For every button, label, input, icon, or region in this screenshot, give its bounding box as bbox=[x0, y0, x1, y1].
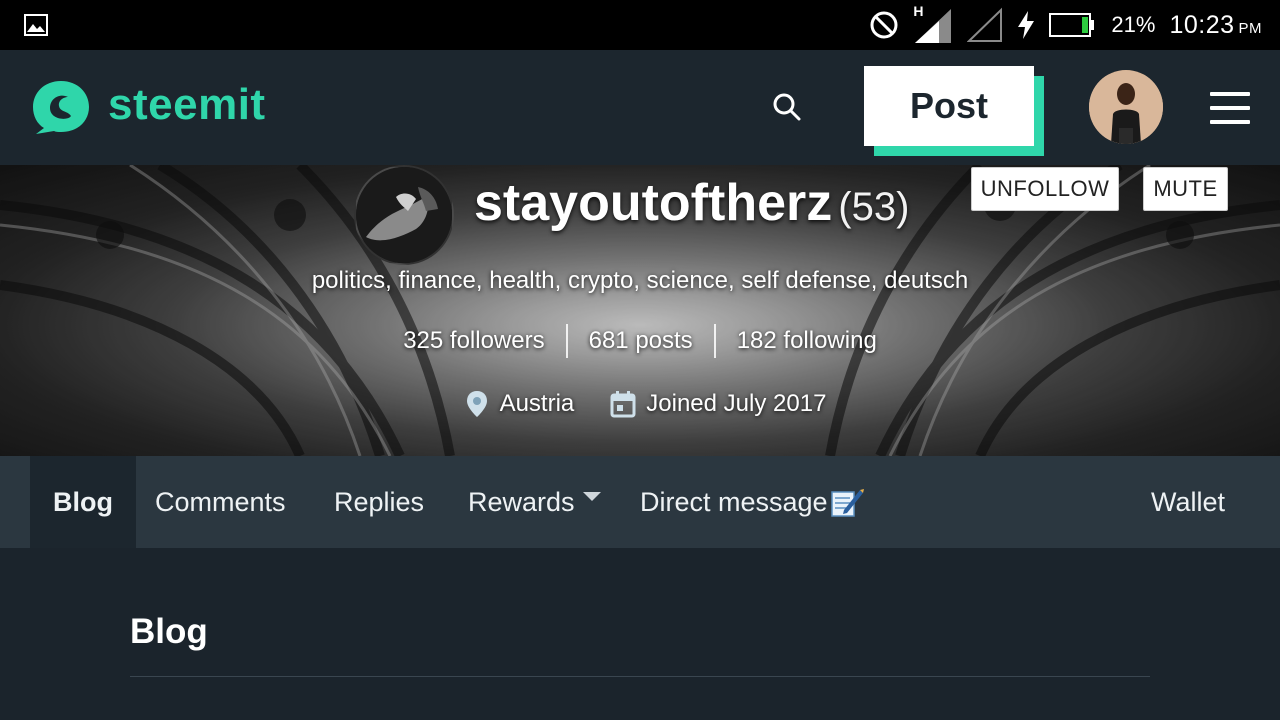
profile-cover: stayoutoftherz (53) UNFOLLOW MUTE politic… bbox=[0, 165, 1280, 456]
section-divider bbox=[130, 676, 1150, 677]
tab-wallet[interactable]: Wallet bbox=[1151, 456, 1225, 548]
tab-blog[interactable]: Blog bbox=[30, 456, 136, 548]
app-header: steemit Post bbox=[0, 50, 1280, 165]
clock: 10:23 PM bbox=[1169, 11, 1262, 40]
joined-text: Joined July 2017 bbox=[646, 390, 827, 417]
profile-meta: Austria Joined July 2017 bbox=[0, 387, 1280, 421]
signal-strength-2-icon bbox=[967, 7, 1003, 42]
clock-ampm: PM bbox=[1238, 19, 1262, 37]
tab-direct-message[interactable]: Direct message bbox=[640, 456, 864, 548]
charging-icon bbox=[1018, 11, 1035, 39]
post-button[interactable]: Post bbox=[864, 66, 1034, 146]
username-text: stayoutoftherz bbox=[474, 174, 833, 232]
signal-strength-icon: H bbox=[913, 3, 953, 45]
profile-about: politics, finance, health, crypto, scien… bbox=[311, 267, 969, 294]
tab-rewards-label: Rewards bbox=[468, 486, 575, 517]
do-not-disturb-icon bbox=[870, 11, 898, 39]
location-item: Austria bbox=[464, 390, 575, 418]
tab-blog-label: Blog bbox=[53, 486, 113, 517]
profile-stats: 325 followers 681 posts 182 following bbox=[0, 323, 1280, 359]
battery-percent: 21% bbox=[1111, 12, 1156, 37]
tab-wallet-label: Wallet bbox=[1151, 486, 1226, 517]
profile-username: stayoutoftherz (53) bbox=[474, 173, 909, 233]
tab-comments[interactable]: Comments bbox=[155, 456, 286, 548]
joined-item: Joined July 2017 bbox=[610, 390, 826, 418]
reputation-score: (53) bbox=[838, 185, 910, 229]
location-text: Austria bbox=[499, 390, 575, 417]
tab-replies[interactable]: Replies bbox=[334, 456, 424, 548]
gallery-notification-icon bbox=[24, 14, 48, 36]
tab-replies-label: Replies bbox=[334, 486, 425, 517]
steemit-logo-icon[interactable] bbox=[30, 78, 92, 136]
chevron-down-icon bbox=[582, 491, 601, 501]
battery-icon bbox=[1049, 13, 1095, 37]
profile-tabs: Blog Comments Replies Rewards Direct mes… bbox=[0, 456, 1280, 548]
mute-button[interactable]: MUTE bbox=[1143, 167, 1228, 211]
tab-comments-label: Comments bbox=[155, 486, 286, 517]
user-avatar[interactable] bbox=[1089, 70, 1163, 144]
calendar-icon bbox=[610, 391, 636, 418]
steemit-logo-text[interactable]: steemit bbox=[108, 80, 266, 130]
section-title: Blog bbox=[130, 612, 208, 651]
tab-rewards[interactable]: Rewards bbox=[468, 456, 601, 548]
clock-time: 10:23 bbox=[1169, 10, 1235, 39]
profile-picture[interactable] bbox=[354, 165, 454, 265]
status-bar: H 21% 10:23 PM bbox=[0, 0, 1280, 50]
search-icon[interactable] bbox=[772, 92, 802, 122]
memo-icon bbox=[830, 489, 864, 517]
post-button-wrapper: Post bbox=[864, 66, 1044, 158]
location-pin-icon bbox=[466, 391, 487, 417]
posts-count: 681 posts bbox=[588, 327, 693, 354]
followers-count[interactable]: 325 followers bbox=[382, 327, 565, 355]
unfollow-button[interactable]: UNFOLLOW bbox=[971, 167, 1119, 211]
following-count[interactable]: 182 following bbox=[716, 327, 898, 355]
hamburger-menu-icon[interactable] bbox=[1210, 92, 1250, 124]
tab-direct-message-label: Direct message bbox=[640, 486, 828, 517]
